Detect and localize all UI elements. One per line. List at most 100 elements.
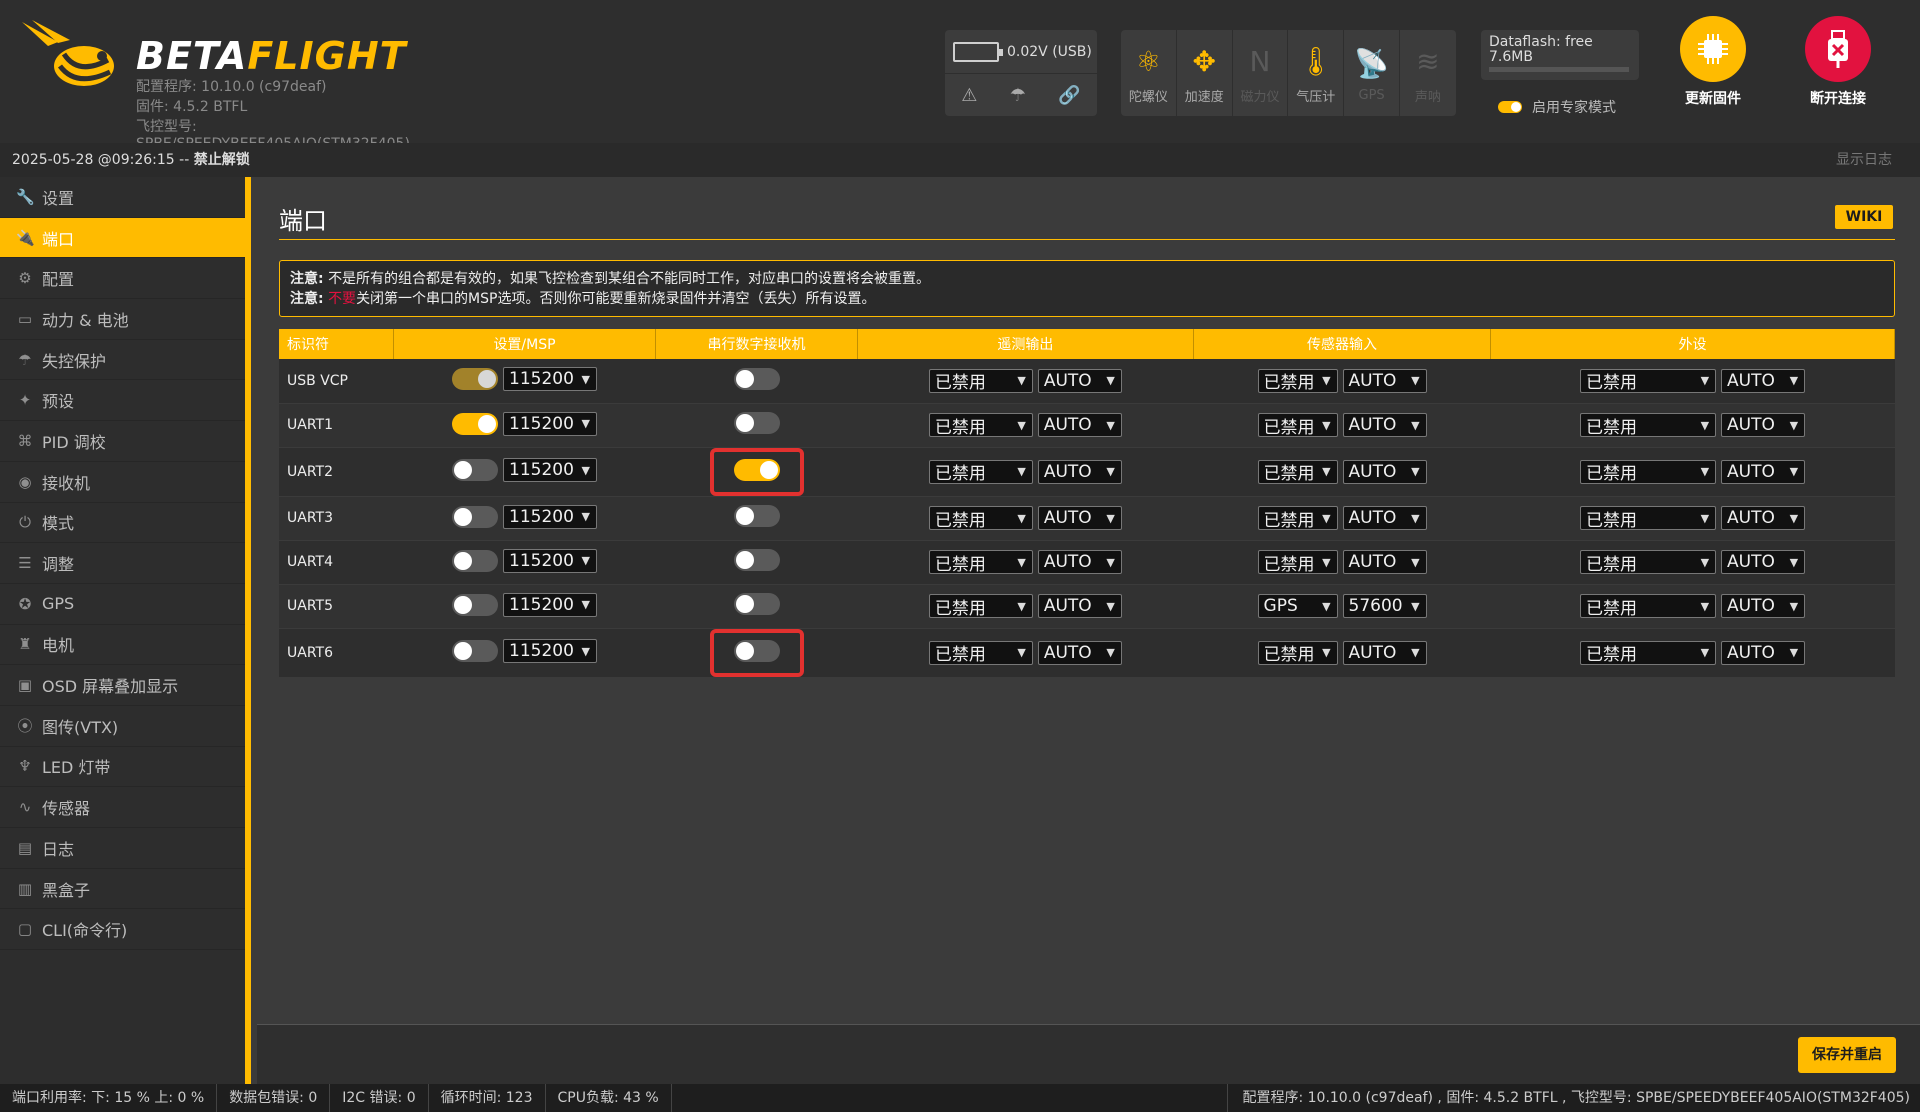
telemetry-baud-select[interactable]: AUTO ▼ <box>1037 506 1122 530</box>
wiki-button[interactable]: WIKI <box>1835 205 1893 229</box>
telemetry-function-select[interactable]: 已禁用 ▼ <box>928 506 1033 531</box>
serial-rx-toggle[interactable] <box>733 593 780 615</box>
telemetry-function-select[interactable]: 已禁用 ▼ <box>928 594 1033 619</box>
msp-baud-select[interactable]: 115200 ▼ <box>503 639 597 663</box>
save-and-reboot-button[interactable]: 保存并重启 <box>1798 1037 1896 1073</box>
telemetry-baud-select[interactable]: AUTO ▼ <box>1037 459 1122 484</box>
sensor-function-select[interactable]: 已禁用 ▼ <box>1257 459 1338 484</box>
telemetry-function-select[interactable]: 已禁用 ▼ <box>928 368 1033 393</box>
sidebar-item-pid[interactable]: ⌘ PID 调校 <box>0 421 245 462</box>
msp-toggle[interactable] <box>452 549 498 572</box>
peripheral-function-select[interactable]: 已禁用 ▼ <box>1580 640 1717 665</box>
sidebar-item-antenna[interactable]: ⦿ 图传(VTX) <box>0 706 245 747</box>
telemetry-baud-select[interactable]: AUTO ▼ <box>1037 594 1122 618</box>
telemetry-function-select[interactable]: 已禁用 ▼ <box>928 640 1033 665</box>
serial-rx-toggle[interactable] <box>733 549 780 571</box>
peripheral-function-select[interactable]: 已禁用 ▼ <box>1580 550 1717 575</box>
sensor-function-select[interactable]: 已禁用 ▼ <box>1257 550 1338 575</box>
sidebar-item-blackbox[interactable]: ▥ 黑盒子 <box>0 869 245 910</box>
msp-toggle[interactable] <box>452 505 498 528</box>
sensor-baud-select[interactable]: AUTO ▼ <box>1342 459 1427 484</box>
sensor-function-select[interactable]: 已禁用 ▼ <box>1257 368 1338 393</box>
sensor-baud-select[interactable]: 57600 ▼ <box>1342 594 1427 618</box>
usb-disconnect-icon <box>1805 16 1871 82</box>
serial-rx-toggle[interactable] <box>733 505 780 527</box>
peripheral-baud-select[interactable]: AUTO ▼ <box>1721 459 1806 484</box>
sidebar-item-keyboard[interactable]: ▤ 日志 <box>0 828 245 869</box>
chevron-down-icon: ▼ <box>1789 646 1799 659</box>
sensor-baud-select[interactable]: AUTO ▼ <box>1342 413 1427 437</box>
msp-toggle[interactable] <box>452 368 498 391</box>
peripheral-baud-select[interactable]: AUTO ▼ <box>1721 413 1806 437</box>
expert-mode-switch[interactable] <box>1498 101 1522 113</box>
sidebar-item-osd[interactable]: ▣ OSD 屏幕叠加显示 <box>0 665 245 706</box>
serial-rx-cell <box>655 447 858 497</box>
sidebar-item-plug[interactable]: 🔌 端口 <box>0 217 245 259</box>
peripheral-function-select[interactable]: 已禁用 ▼ <box>1580 413 1717 438</box>
sensor-baud-select[interactable]: AUTO ▼ <box>1342 368 1427 393</box>
telemetry-cell: 已禁用 ▼ AUTO ▼ <box>857 496 1194 541</box>
peripheral-baud-select-value: AUTO <box>1727 461 1775 482</box>
telemetry-function-select[interactable]: 已禁用 ▼ <box>928 550 1033 575</box>
sidebar-item-parachute[interactable]: ☂ 失控保护 <box>0 340 245 381</box>
peripheral-baud-select[interactable]: AUTO ▼ <box>1721 368 1806 393</box>
msp-toggle[interactable] <box>452 640 498 662</box>
sidebar-item-gear[interactable]: ⚙ 配置 <box>0 258 245 300</box>
telemetry-function-select[interactable]: 已禁用 ▼ <box>928 459 1033 484</box>
telemetry-baud-select[interactable]: AUTO ▼ <box>1037 413 1122 437</box>
telemetry-baud-select[interactable]: AUTO ▼ <box>1037 368 1122 393</box>
sliders-icon: ☰ <box>18 554 32 573</box>
sensor-function-select[interactable]: GPS ▼ <box>1257 594 1338 618</box>
sensor-panel: ⚛ 陀螺仪 ✥ 加速度 N 磁力仪 🌡 气压计 📡 GPS ≋ 声呐 <box>1121 30 1456 116</box>
sensor-baud-select[interactable]: AUTO ▼ <box>1342 506 1427 530</box>
sensor-function-select[interactable]: 已禁用 ▼ <box>1257 640 1338 665</box>
sidebar-item-terminal[interactable]: ▢ CLI(命令行) <box>0 909 245 951</box>
peripheral-function-select[interactable]: 已禁用 ▼ <box>1580 594 1717 619</box>
expert-mode-toggle[interactable]: 启用专家模式 <box>1498 97 1616 117</box>
sidebar-item-magic-wand[interactable]: ✦ 预设 <box>0 380 245 422</box>
msp-toggle[interactable] <box>452 459 498 481</box>
peripheral-baud-select[interactable]: AUTO ▼ <box>1721 594 1806 618</box>
serial-rx-toggle[interactable] <box>733 412 780 434</box>
port-utilization: 端口利用率: 下: 15 % 上: 0 % <box>0 1084 218 1112</box>
msp-baud-select[interactable]: 115200 ▼ <box>503 411 597 436</box>
sidebar-item-sliders[interactable]: ☰ 调整 <box>0 543 245 584</box>
peripheral-function-select[interactable]: 已禁用 ▼ <box>1580 459 1717 484</box>
msp-baud-select[interactable]: 115200 ▼ <box>503 592 597 617</box>
sensor-baud-select[interactable]: AUTO ▼ <box>1342 550 1427 574</box>
peripheral-function-select[interactable]: 已禁用 ▼ <box>1580 506 1717 531</box>
serial-rx-toggle[interactable] <box>733 458 780 481</box>
peripheral-baud-select[interactable]: AUTO ▼ <box>1721 550 1806 574</box>
sensor-baud-select[interactable]: AUTO ▼ <box>1342 640 1427 665</box>
sensor-function-select[interactable]: 已禁用 ▼ <box>1257 413 1338 438</box>
serial-rx-toggle[interactable] <box>733 367 780 390</box>
sidebar-item-satellite[interactable]: ✪ GPS <box>0 584 245 625</box>
sidebar-item-wrench[interactable]: 🔧 设置 <box>0 177 245 218</box>
msp-baud-select[interactable]: 115200 ▼ <box>503 458 597 482</box>
sidebar-item-pulse[interactable]: ∿ 传感器 <box>0 787 245 828</box>
telemetry-baud-select[interactable]: AUTO ▼ <box>1037 640 1122 665</box>
peripheral-baud-select[interactable]: AUTO ▼ <box>1721 640 1806 665</box>
column-header: 遥测输出 <box>857 329 1195 359</box>
telemetry-function-select[interactable]: 已禁用 ▼ <box>928 413 1033 438</box>
update-firmware-button[interactable]: 更新固件 <box>1663 16 1763 108</box>
sidebar-item-led[interactable]: ♆ LED 灯带 <box>0 747 245 788</box>
telemetry-baud-select[interactable]: AUTO ▼ <box>1037 550 1122 574</box>
sidebar-item-motor[interactable]: ♜ 电机 <box>0 625 245 666</box>
peripheral-function-select[interactable]: 已禁用 ▼ <box>1580 368 1717 393</box>
sidebar-item-label: 模式 <box>42 514 75 534</box>
msp-toggle[interactable] <box>452 593 498 616</box>
peripheral-baud-select[interactable]: AUTO ▼ <box>1721 506 1806 530</box>
sidebar-item-receiver[interactable]: ◉ 接收机 <box>0 462 245 503</box>
serial-rx-toggle[interactable] <box>733 639 780 662</box>
msp-baud-select[interactable]: 115200 ▼ <box>503 367 597 392</box>
msp-toggle[interactable] <box>452 412 498 435</box>
sidebar-item-switch[interactable]: ⏻ 模式 <box>0 503 245 544</box>
sensor-function-select[interactable]: 已禁用 ▼ <box>1257 506 1338 531</box>
show-log-link[interactable]: 显示日志 <box>1836 143 1892 177</box>
msp-baud-select[interactable]: 115200 ▼ <box>503 504 597 529</box>
disconnect-button[interactable]: 断开连接 <box>1788 16 1888 108</box>
chevron-down-icon: ▼ <box>581 463 590 477</box>
sidebar-item-battery[interactable]: ▭ 动力 & 电池 <box>0 299 245 340</box>
msp-baud-select[interactable]: 115200 ▼ <box>503 548 597 573</box>
